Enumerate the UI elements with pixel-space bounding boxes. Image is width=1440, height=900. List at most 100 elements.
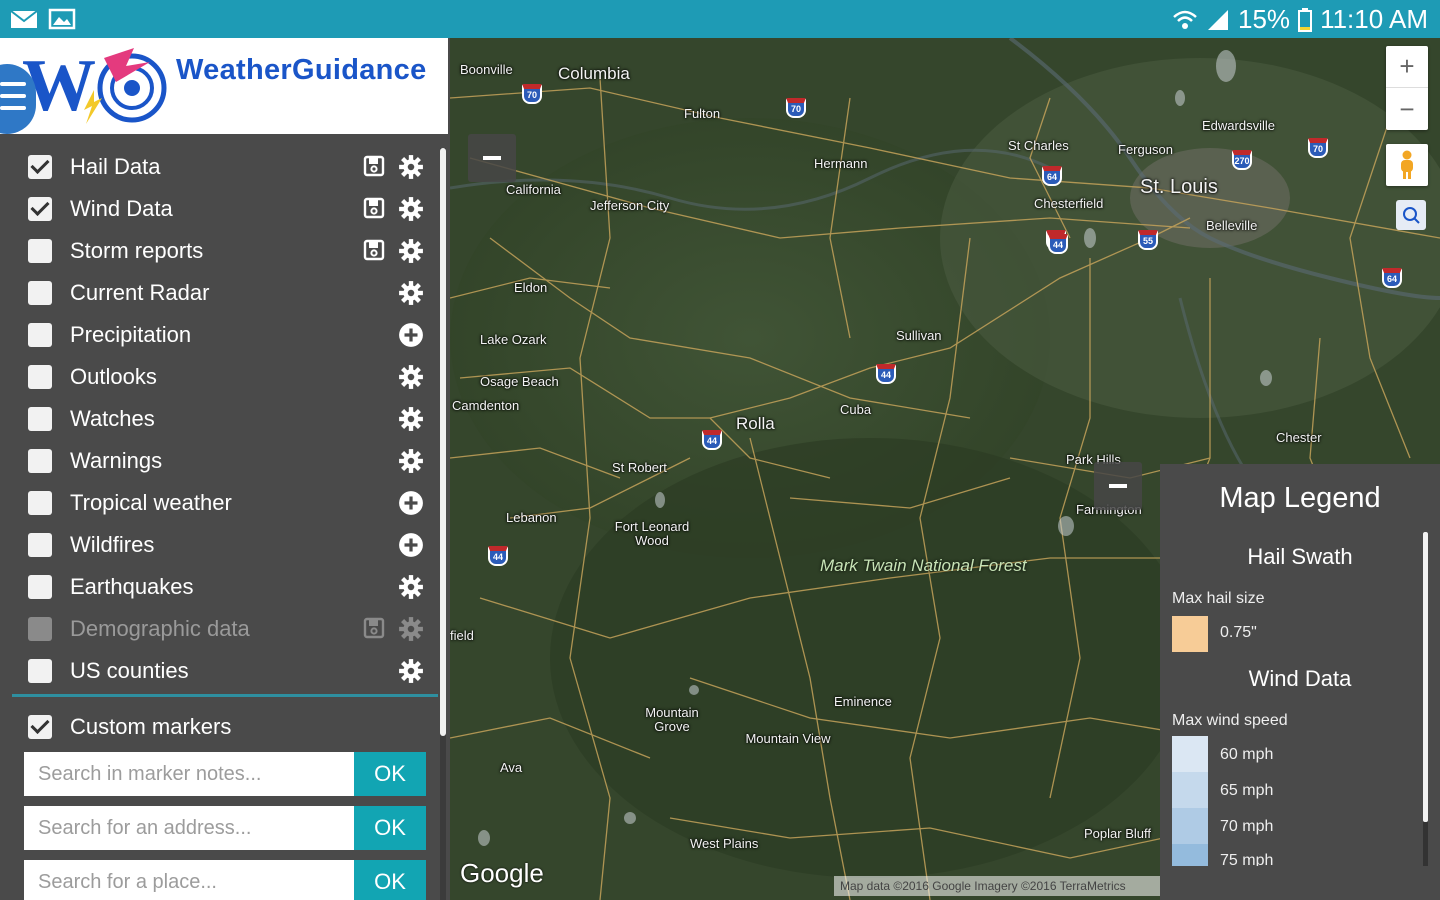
layer-checkbox xyxy=(28,617,52,641)
layer-label: Hail Data xyxy=(70,154,161,179)
gear-icon[interactable] xyxy=(398,574,424,600)
city-label: Fulton xyxy=(684,106,721,121)
layer-checkbox[interactable] xyxy=(28,197,52,221)
layer-label: Precipitation xyxy=(70,322,192,347)
place-input[interactable] xyxy=(24,860,354,900)
layer-actions xyxy=(398,364,424,390)
layer-row[interactable]: Storm reports xyxy=(14,230,434,272)
address-ok-button[interactable]: OK xyxy=(354,806,426,850)
map-attribution[interactable]: Map data ©2016 Google Imagery ©2016 Terr… xyxy=(834,876,1164,896)
gear-icon[interactable] xyxy=(398,196,424,222)
layer-row[interactable]: Wildfires xyxy=(14,524,434,566)
city-label: Chesterfield xyxy=(1034,196,1104,211)
layer-checkbox[interactable] xyxy=(28,491,52,515)
wind-swatch xyxy=(1172,772,1208,808)
city-label: St. Louis xyxy=(1140,176,1218,198)
layer-label: Earthquakes xyxy=(70,574,194,599)
wind-value: 70 mph xyxy=(1220,818,1274,835)
plus-circle-icon[interactable] xyxy=(398,490,424,516)
layer-row[interactable]: Warnings xyxy=(14,440,434,482)
interstate-shield-icon: 44 xyxy=(702,430,722,450)
gear-icon[interactable] xyxy=(398,406,424,432)
layer-label: Current Radar xyxy=(70,280,210,305)
layer-checkbox[interactable] xyxy=(28,281,52,305)
locate-button[interactable] xyxy=(1396,200,1426,230)
divider xyxy=(12,694,438,697)
layer-checkbox[interactable] xyxy=(28,365,52,389)
wind-value: 60 mph xyxy=(1220,746,1274,763)
image-icon xyxy=(48,8,76,30)
interstate-shield-icon: 55 xyxy=(1138,230,1158,250)
hail-swath-title: Hail Swath xyxy=(1247,544,1353,569)
sidebar-scrollbar[interactable] xyxy=(440,148,446,900)
brand-name: WeatherGuidance xyxy=(176,54,427,86)
layer-label: Storm reports xyxy=(70,238,204,263)
layer-checkbox[interactable] xyxy=(28,575,52,599)
layer-actions xyxy=(362,154,424,180)
brand-header: W WeatherGuidance xyxy=(0,38,448,134)
place-search: OK xyxy=(24,860,426,900)
city-label: Sullivan xyxy=(896,328,942,343)
layer-row[interactable]: Earthquakes xyxy=(14,566,434,608)
layer-row[interactable]: Wind Data xyxy=(14,188,434,230)
interstate-shield-icon: 44 xyxy=(876,364,896,384)
marker-notes-input[interactable] xyxy=(24,752,354,796)
address-input[interactable] xyxy=(24,806,354,850)
layer-actions xyxy=(362,196,424,222)
city-label: Poplar Bluff xyxy=(1084,826,1151,841)
plus-circle-icon[interactable] xyxy=(398,322,424,348)
wind-swatch xyxy=(1172,844,1208,866)
wifi-icon xyxy=(1173,10,1197,29)
layers-sidebar: W WeatherGuidance Hail Data Wind Data Stor… xyxy=(0,38,450,900)
gear-icon[interactable] xyxy=(398,280,424,306)
city-label: Mountain Grove xyxy=(645,705,699,734)
layer-row[interactable]: Outlooks xyxy=(14,356,434,398)
layer-row[interactable]: Demographic data xyxy=(14,608,434,650)
wind-swatch xyxy=(1172,736,1208,772)
status-bar: 15% 11:10 AM xyxy=(0,0,1440,38)
save-icon[interactable] xyxy=(362,154,388,180)
layer-checkbox[interactable] xyxy=(28,533,52,557)
layer-row[interactable]: Watches xyxy=(14,398,434,440)
city-label: St Robert xyxy=(612,460,667,475)
marker-notes-ok-button[interactable]: OK xyxy=(354,752,426,796)
legend-scrollbar[interactable] xyxy=(1423,532,1428,866)
zoom-in-button[interactable]: + xyxy=(1386,46,1428,88)
city-label: Edwardsville xyxy=(1202,118,1275,133)
layer-row[interactable]: Hail Data xyxy=(14,146,434,188)
custom-markers-row[interactable]: Custom markers xyxy=(14,706,434,748)
layer-checkbox[interactable] xyxy=(28,449,52,473)
save-icon[interactable] xyxy=(362,196,388,222)
collapse-sidebar-button[interactable] xyxy=(468,134,516,182)
custom-markers-checkbox[interactable] xyxy=(28,715,52,739)
hail-swatch xyxy=(1172,616,1208,652)
layers-list: Hail Data Wind Data Storm reports Current R… xyxy=(14,146,434,692)
layer-label: Outlooks xyxy=(70,364,157,389)
layer-actions xyxy=(398,532,424,558)
layer-checkbox[interactable] xyxy=(28,659,52,683)
zoom-out-button[interactable]: − xyxy=(1386,88,1428,130)
layer-row[interactable]: Precipitation xyxy=(14,314,434,356)
wind-data-title: Wind Data xyxy=(1248,666,1352,691)
plus-circle-icon[interactable] xyxy=(398,532,424,558)
layer-checkbox[interactable] xyxy=(28,155,52,179)
save-icon[interactable] xyxy=(362,238,388,264)
wind-data-subtitle: Max wind speed xyxy=(1172,712,1288,729)
gear-icon[interactable] xyxy=(398,238,424,264)
layer-checkbox[interactable] xyxy=(28,323,52,347)
layer-row[interactable]: US counties xyxy=(14,650,434,692)
gear-icon[interactable] xyxy=(398,364,424,390)
place-ok-button[interactable]: OK xyxy=(354,860,426,900)
layer-checkbox[interactable] xyxy=(28,407,52,431)
gear-icon[interactable] xyxy=(398,154,424,180)
layer-row[interactable]: Tropical weather xyxy=(14,482,434,524)
collapse-legend-button[interactable] xyxy=(1094,462,1142,510)
gear-icon[interactable] xyxy=(398,448,424,474)
street-view-button[interactable] xyxy=(1386,144,1428,186)
layer-row[interactable]: Current Radar xyxy=(14,272,434,314)
save-icon xyxy=(362,616,388,642)
layer-checkbox[interactable] xyxy=(28,239,52,263)
gear-icon[interactable] xyxy=(398,658,424,684)
layer-actions xyxy=(398,448,424,474)
battery-percent: 15% xyxy=(1238,4,1291,34)
